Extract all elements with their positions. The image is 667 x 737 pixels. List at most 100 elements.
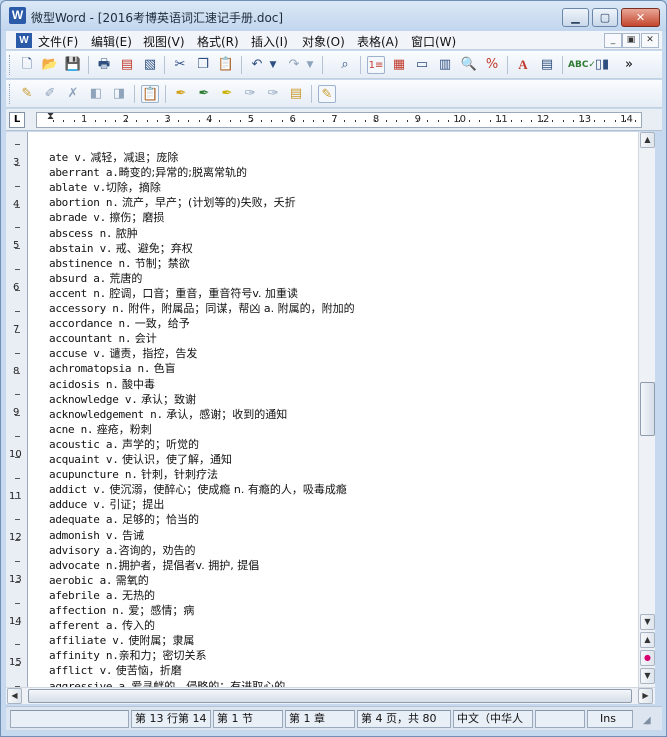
- document-line[interactable]: advisory a.咨询的，劝告的: [49, 542, 196, 558]
- more-icon[interactable]: »: [620, 56, 638, 74]
- word-app-icon[interactable]: W: [9, 7, 26, 24]
- vertical-ruler[interactable]: 3 4 5 6 7 8 9 10 11 12 13 14 15: [6, 132, 28, 688]
- highlighter-icon[interactable]: ✒: [172, 85, 190, 103]
- menu-object[interactable]: 对象(O): [302, 33, 345, 50]
- notepad-icon[interactable]: ▤: [287, 85, 305, 103]
- document-line[interactable]: acidosis n. 酸中毒: [49, 376, 155, 392]
- document-line[interactable]: acknowledgement n. 承认，感谢；收到的通知: [49, 406, 287, 422]
- vertical-scroll-thumb[interactable]: [640, 382, 655, 436]
- document-line[interactable]: abortion n. 流产，早产；(计划等的)失败，夭折: [49, 194, 296, 210]
- next-note-icon[interactable]: ◨: [110, 85, 128, 103]
- page-setup-icon[interactable]: ▤: [538, 56, 556, 74]
- eraser-icon[interactable]: ✑: [264, 85, 282, 103]
- document-line[interactable]: achromatopsia n. 色盲: [49, 360, 176, 376]
- scroll-up-button[interactable]: ▲: [640, 132, 655, 148]
- horizontal-scroll-thumb[interactable]: [28, 689, 632, 703]
- spellcheck-icon[interactable]: ABC✓: [568, 56, 596, 74]
- document-line[interactable]: acknowledge v. 承认；致谢: [49, 391, 196, 407]
- document-line[interactable]: addict v. 使沉溺，使醉心；使成瘾 n. 有瘾的人，吸毒成瘾: [49, 481, 347, 497]
- image-icon[interactable]: ▧: [141, 56, 159, 74]
- maximize-button[interactable]: ▢: [592, 8, 618, 27]
- zoom-icon[interactable]: 🔍: [460, 56, 478, 74]
- document-line[interactable]: afferent a. 传入的: [49, 617, 155, 633]
- document-line[interactable]: accessory n. 附件，附属品；同谋，帮凶 a. 附属的，附加的: [49, 300, 355, 316]
- numbered-list-icon[interactable]: 1≡: [367, 56, 385, 74]
- note-active-icon[interactable]: ✎: [318, 85, 336, 103]
- scroll-left-button[interactable]: ◀: [7, 688, 22, 704]
- mdi-close-button[interactable]: ✕: [641, 33, 659, 48]
- horizontal-ruler[interactable]: ⧗ 1234567891011121314: [36, 111, 642, 128]
- document-line[interactable]: ablate v.切除，摘除: [49, 179, 161, 195]
- document-line[interactable]: accent n. 腔调，口音；重音，重音符号v. 加重读: [49, 285, 298, 301]
- resize-grip-icon[interactable]: ◢: [643, 715, 651, 726]
- document-line[interactable]: aerobic a. 需氧的: [49, 572, 149, 588]
- cut-icon[interactable]: ✂: [171, 56, 189, 74]
- scroll-down-button[interactable]: ▼: [640, 614, 655, 630]
- document-line[interactable]: afebrile a. 无热的: [49, 587, 155, 603]
- document-line[interactable]: adequate a. 足够的；恰当的: [49, 511, 199, 527]
- scroll-right-button[interactable]: ▶: [638, 688, 653, 704]
- menu-file[interactable]: 文件(F): [38, 33, 78, 50]
- document-line[interactable]: acquaint v. 使认识，使了解，通知: [49, 451, 232, 467]
- status-insert-mode[interactable]: Ins: [587, 710, 633, 728]
- document-line[interactable]: afflict v. 使苦恼，折磨: [49, 662, 182, 678]
- menu-table[interactable]: 表格(A): [357, 33, 399, 50]
- pen-yellow-icon[interactable]: ✒: [218, 85, 236, 103]
- toolbar-grip[interactable]: [9, 55, 12, 75]
- open-folder-icon[interactable]: 📂: [41, 56, 59, 74]
- close-button[interactable]: ✕: [621, 8, 660, 27]
- paste-icon[interactable]: 📋: [217, 56, 235, 74]
- copy-icon[interactable]: ❐: [194, 56, 212, 74]
- font-color-icon[interactable]: A: [514, 56, 532, 74]
- zoom-percent-icon[interactable]: %: [483, 56, 501, 74]
- tab-stop-selector[interactable]: L: [9, 112, 25, 128]
- print-icon[interactable]: 🖶: [95, 56, 113, 74]
- clipboard-active-icon[interactable]: 📋: [141, 85, 159, 103]
- document-line[interactable]: adduce v. 引证；提出: [49, 496, 164, 512]
- pen-gray-icon[interactable]: ✑: [241, 85, 259, 103]
- document-line[interactable]: accountant n. 会计: [49, 330, 157, 346]
- document-line[interactable]: affiliate v. 使附属；隶属: [49, 632, 194, 648]
- menu-edit[interactable]: 编辑(E): [91, 33, 132, 50]
- prev-note-icon[interactable]: ◧: [87, 85, 105, 103]
- document-line[interactable]: advocate n.拥护者，提倡者v. 拥护, 提倡: [49, 557, 259, 573]
- print-preview-icon[interactable]: ▤: [118, 56, 136, 74]
- document-line[interactable]: abstinence n. 节制；禁欲: [49, 255, 190, 271]
- find-icon[interactable]: ⌕: [336, 56, 354, 74]
- redo-dropdown-icon[interactable]: ▼: [305, 56, 315, 74]
- document-line[interactable]: aberrant a.畸变的;异常的;脱离常轨的: [49, 164, 247, 180]
- document-line[interactable]: accuse v. 谴责，指控，告发: [49, 345, 197, 361]
- insert-table-icon[interactable]: ▦: [390, 56, 408, 74]
- menu-window[interactable]: 窗口(W): [411, 33, 456, 50]
- document-line[interactable]: abstain v. 戒、避免；弃权: [49, 240, 193, 256]
- columns-icon[interactable]: ▥: [436, 56, 454, 74]
- previous-page-button[interactable]: ▲: [640, 632, 655, 648]
- document-line[interactable]: absurd a. 荒唐的: [49, 270, 142, 286]
- bookmark-icon[interactable]: ✎: [18, 85, 36, 103]
- next-page-button[interactable]: ▼: [640, 668, 655, 684]
- document-line[interactable]: abrade v. 擦伤；磨损: [49, 209, 164, 225]
- edit-note-icon[interactable]: ✐: [41, 85, 59, 103]
- new-document-icon[interactable]: 🗋: [18, 56, 36, 74]
- document-line[interactable]: acne n. 痤疮，粉刺: [49, 421, 152, 437]
- document-line[interactable]: ate v. 减轻，减退；庞除: [49, 149, 178, 165]
- document-line[interactable]: affection n. 爱；感情；病: [49, 602, 194, 618]
- menu-insert[interactable]: 插入(I): [251, 33, 288, 50]
- document-line[interactable]: accordance n. 一致，给予: [49, 315, 190, 331]
- redo-icon[interactable]: ↷: [285, 56, 303, 74]
- minimize-button[interactable]: ▁: [562, 8, 589, 27]
- document-line[interactable]: admonish v. 告诫: [49, 527, 144, 543]
- document-page[interactable]: ate v. 减轻，减退；庞除 aberrant a.畸变的;异常的;脱离常轨的 a…: [28, 132, 638, 687]
- horizontal-scrollbar[interactable]: ◀ ▶: [6, 687, 655, 704]
- vertical-scrollbar[interactable]: ▲ ▼ ▲ ● ▼: [638, 132, 655, 687]
- document-line[interactable]: aggressive a.爱寻衅的，侵略的；有进取心的: [49, 678, 285, 688]
- document-icon[interactable]: W: [16, 33, 32, 48]
- menu-view[interactable]: 视图(V): [143, 33, 185, 50]
- document-line[interactable]: abscess n. 脓肿: [49, 225, 138, 241]
- pen-green-icon[interactable]: ✒: [195, 85, 213, 103]
- page-view-icon[interactable]: ▭: [413, 56, 431, 74]
- mdi-restore-button[interactable]: ▣: [622, 33, 640, 48]
- toolbar-grip[interactable]: [9, 84, 12, 104]
- chart-icon[interactable]: ▯▮: [593, 56, 611, 74]
- menu-format[interactable]: 格式(R): [197, 33, 239, 50]
